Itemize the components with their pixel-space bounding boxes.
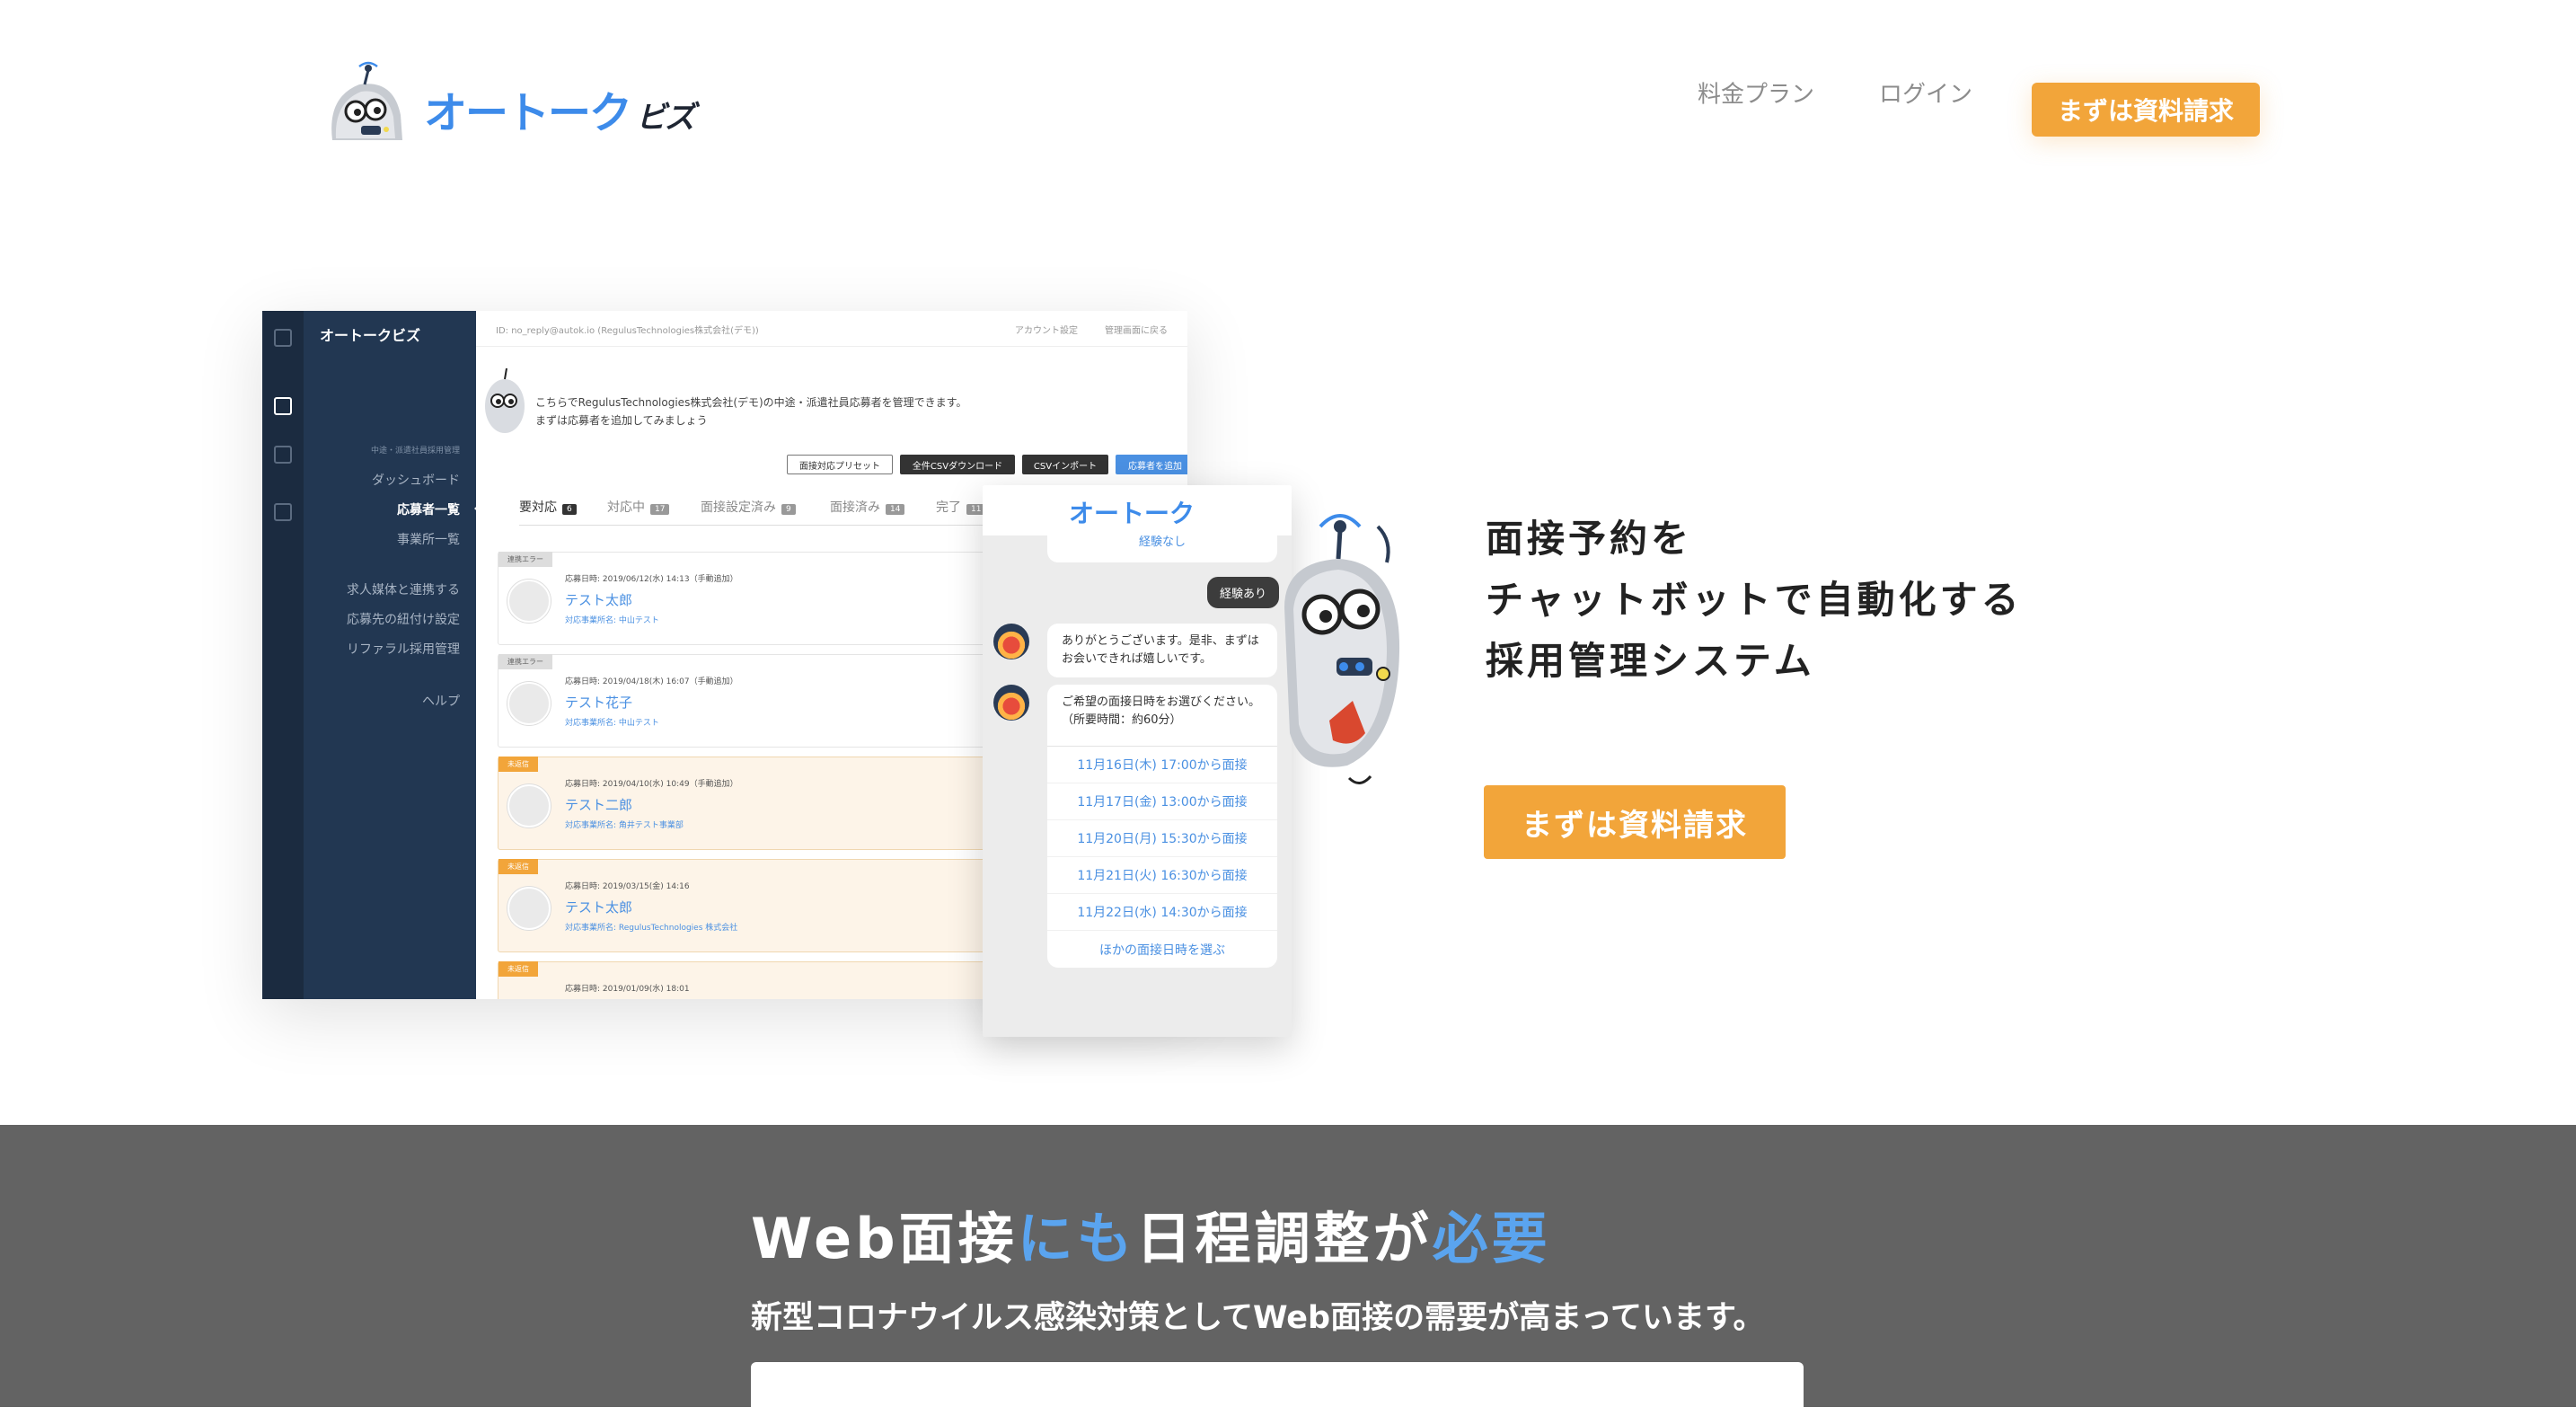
hero-request-docs-button[interactable]: まずは資料請求 — [1484, 785, 1786, 859]
csv-import-button: CSVインポート — [1022, 455, 1108, 474]
status-tag: 未返信 — [498, 961, 538, 977]
csv-download-button: 全件CSVダウンロード — [900, 455, 1015, 474]
avatar — [507, 887, 551, 930]
status-tag: 連携エラー — [498, 654, 552, 669]
applied-date: 応募日時: 2019/06/12(水) 14:13（手動追加） — [565, 575, 738, 584]
account-settings-link: アカウント設定 — [1015, 326, 1078, 336]
title-part: Web面接 — [751, 1206, 1018, 1271]
applicant-card: 未返信 応募日時: 2019/03/15(金) 14:16 テスト太郎 対応事業… — [498, 859, 1001, 952]
sidebar-section-label: 中途・派遣社員採用管理 — [370, 447, 460, 456]
title-part: が — [1372, 1206, 1433, 1271]
bot-avatar-icon — [993, 624, 1029, 659]
applied-date: 応募日時: 2019/04/10(水) 10:49（手動追加） — [565, 780, 738, 789]
mock-intro: こちらでRegulusTechnologies株式会社(デモ)の中途・派遣社員応… — [535, 394, 967, 429]
site-logo[interactable]: オートーク ビズ — [323, 61, 719, 142]
office-name: 対応事業所名: RegulusTechnologies 株式会社 — [565, 924, 738, 933]
bot-avatar-icon — [993, 685, 1029, 721]
applicant-card: 未返信 応募日時: 2019/01/09(水) 18:01 — [498, 961, 1001, 999]
robot-mascot-icon — [331, 61, 402, 140]
sidebar-item-dashboard: ダッシュボード — [372, 473, 460, 488]
grid-icon — [274, 329, 292, 347]
applicant-name: テスト太郎 — [565, 899, 633, 916]
interview-slot: 11月16日(木) 17:00から面接 — [1047, 747, 1277, 783]
mock-topbar: ID: no_reply@autok.io (RegulusTechnologi… — [476, 311, 1187, 347]
band-title: Web面接にも日程調整が必要 — [751, 1193, 1551, 1274]
nav-pricing-link[interactable]: 料金プラン — [1698, 76, 1814, 110]
nav-login-link[interactable]: ログイン — [1879, 76, 1972, 110]
sidebar-item-referral: リファラル採用管理 — [347, 642, 460, 657]
chatbot-preview: オートーク 経験なし 経験あり ありがとうございます。是非、まずはお会いできれば… — [983, 485, 1292, 1037]
applicant-card: 連携エラー 応募日時: 2019/04/18(木) 16:07（手動追加） テス… — [498, 654, 1001, 748]
sidebar-item-media-link: 求人媒体と連携する — [347, 583, 460, 597]
applied-date: 応募日時: 2019/04/18(木) 16:07（手動追加） — [565, 677, 738, 686]
bot-message: ご希望の面接日時をお選びください。（所要時間：約60分） — [1047, 685, 1277, 746]
interview-slot-list: 11月16日(木) 17:00から面接 11月17日(金) 13:00から面接 … — [1047, 746, 1277, 968]
account-id: ID: no_reply@autok.io (RegulusTechnologi… — [496, 326, 759, 336]
status-tag: 未返信 — [498, 859, 538, 874]
id-card-icon — [274, 446, 292, 464]
sidebar-item-applicants: 応募者一覧 — [397, 503, 460, 518]
intro-line: こちらでRegulusTechnologies株式会社(デモ)の中途・派遣社員応… — [535, 396, 967, 409]
headline-line: 採用管理システム — [1486, 639, 1815, 683]
title-part-highlight: にも — [1017, 1206, 1136, 1271]
chat-option-none: 経験なし — [1047, 525, 1277, 562]
interview-slot: 11月21日(火) 16:30から面接 — [1047, 857, 1277, 894]
sidebar-item-offices: 事業所一覧 — [397, 533, 460, 547]
tab-scheduled: 面接設定済み 9 — [701, 498, 796, 516]
bot-message: ありがとうございます。是非、まずはお会いできれば嬉しいです。 — [1047, 624, 1277, 677]
band-subtitle: 新型コロナウイルス感染対策としてWeb面接の需要が高まっています。 — [751, 1300, 1765, 1336]
headline-line: 面接予約を — [1486, 517, 1693, 561]
applicants-icon — [274, 397, 292, 415]
active-caret-icon — [474, 502, 481, 515]
applicant-card: 連携エラー 応募日時: 2019/06/12(水) 14:13（手動追加） テス… — [498, 552, 1001, 645]
status-tag: 連携エラー — [498, 552, 552, 567]
hero-headline: 面接予約を チャットボットで自動化する 採用管理システム — [1486, 509, 2023, 692]
tab-interviewed: 面接済み 14 — [830, 498, 905, 516]
avatar — [507, 682, 551, 725]
applied-date: 応募日時: 2019/01/09(水) 18:01 — [565, 985, 690, 994]
add-applicant-button: 応募者を追加 — [1116, 455, 1187, 474]
headline-line: チャットボットで自動化する — [1486, 578, 2023, 622]
intro-line: まずは応募者を追加してみましょう — [535, 414, 708, 427]
robot-mascot-large-icon — [1284, 514, 1400, 784]
logo-wordmark: オートーク ビズ — [424, 88, 695, 138]
status-tag: 未返信 — [498, 757, 538, 772]
admin-back-link: 管理画面に戻る — [1105, 326, 1168, 336]
settings-icon — [274, 503, 292, 521]
applicant-name: テスト花子 — [565, 695, 633, 711]
tab-done: 完了 11 — [936, 498, 986, 516]
mini-robot-icon — [485, 367, 525, 433]
applied-date: 応募日時: 2019/03/15(金) 14:16 — [565, 882, 690, 891]
title-part: 日程調整 — [1135, 1206, 1373, 1271]
applicant-card: 未返信 応募日時: 2019/04/10(水) 10:49（手動追加） テスト二… — [498, 757, 1001, 850]
interview-slot: 11月17日(金) 13:00から面接 — [1047, 783, 1277, 820]
office-name: 対応事業所名: 中山テスト — [565, 719, 659, 728]
office-name: 対応事業所名: 角井テスト事業部 — [565, 821, 684, 830]
tab-in-progress: 対応中 17 — [607, 498, 670, 516]
preset-button: 面接対応プリセット — [787, 455, 893, 474]
sidebar: オートークビズ 中途・派遣社員採用管理 ダッシュボード 応募者一覧 事業所一覧 … — [304, 311, 481, 999]
sidebar-item-help: ヘルプ — [422, 695, 460, 709]
applicant-name: テスト二郎 — [565, 797, 633, 813]
band-content-panel — [751, 1362, 1804, 1416]
other-slot-link: ほかの面接日時を選ぶ — [1099, 943, 1225, 958]
sidebar-item-mapping: 応募先の紐付け設定 — [347, 613, 460, 627]
interview-slot: 11月20日(月) 15:30から面接 — [1047, 820, 1277, 857]
header-request-docs-button[interactable]: まずは資料請求 — [2032, 83, 2260, 137]
office-name: 対応事業所名: 中山テスト — [565, 616, 659, 625]
tab-needs-action: 要対応 6 — [519, 498, 577, 516]
interview-slot: 11月22日(水) 14:30から面接 — [1047, 894, 1277, 931]
applicant-name: テスト太郎 — [565, 592, 633, 608]
sidebar-brand: オートークビズ — [320, 327, 421, 344]
icon-rail — [262, 311, 304, 999]
title-part-highlight: 必要 — [1432, 1206, 1551, 1271]
avatar — [507, 580, 551, 623]
avatar — [507, 784, 551, 827]
